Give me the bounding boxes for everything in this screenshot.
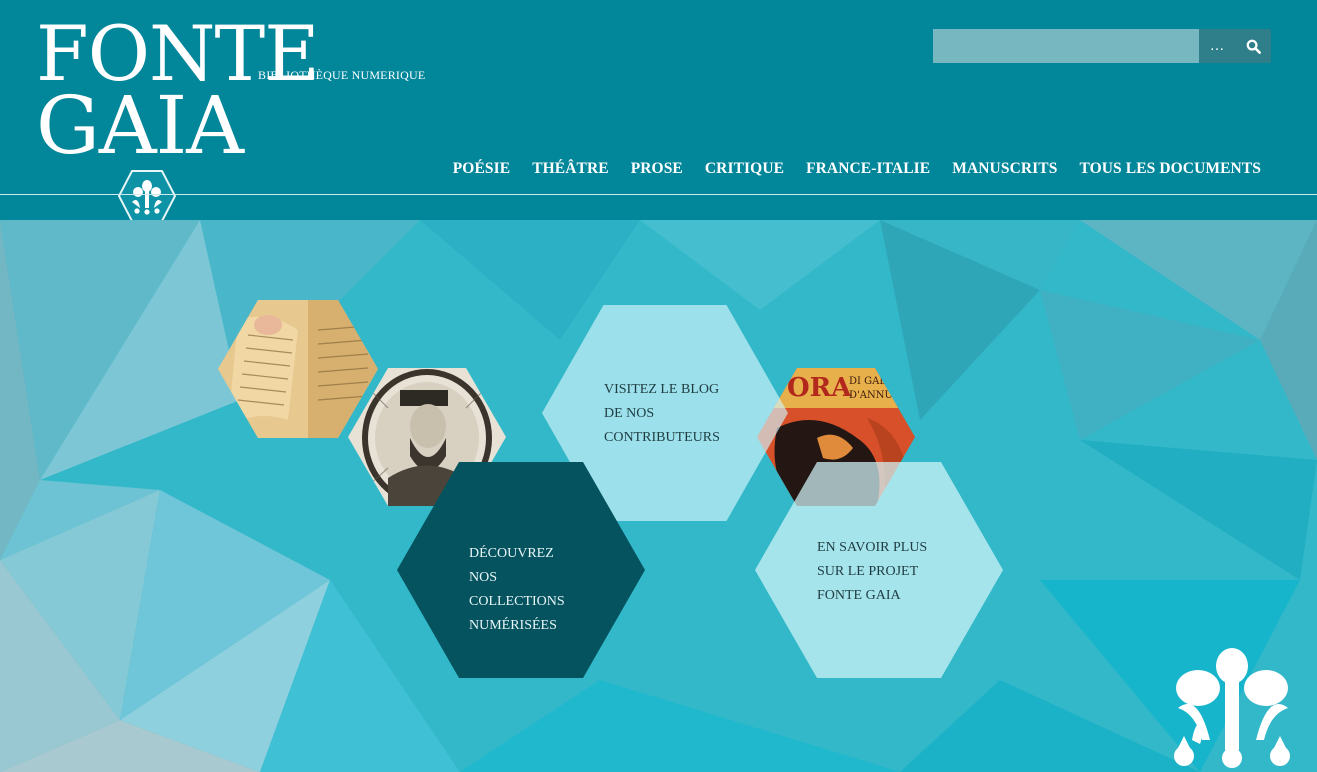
site-header: FONTE GAIA BIBLIOTHÈQUE NUMERIQUE … POÉS… [0,0,1317,222]
nav-critique[interactable]: CRITIQUE [705,160,784,178]
collections-tile-label: DÉCOUVREZ NOS COLLECTIONS NUMÉRISÉES [469,546,565,633]
nav-tous-les-documents[interactable]: TOUS LES DOCUMENTS [1079,160,1261,178]
fonte-gaia-logo[interactable]: FONTE GAIA [34,14,320,222]
svg-text:ORA: ORA [787,373,852,403]
search-input[interactable] [933,29,1199,63]
blog-tile-label: VISITEZ LE BLOG DE NOS CONTRIBUTEURS [604,382,720,445]
nav-manuscrits[interactable]: MANUSCRITS [952,160,1057,178]
nav-poesie[interactable]: POÉSIE [453,160,510,178]
logo-fountain-hex-icon [118,170,176,222]
fountain-emblem-icon [1174,648,1290,768]
hero-section: ORA DI GAB D'ANNU VISITEZ LE BLOG DE NOS… [0,220,1317,772]
site-tagline: BIBLIOTHÈQUE NUMERIQUE [258,68,426,82]
svg-text:DI GAB: DI GAB [849,376,887,387]
search-bar: … [933,29,1271,63]
svg-text:D'ANNU: D'ANNU [849,390,893,401]
search-icon [1246,39,1261,54]
nav-france-italie[interactable]: FRANCE-ITALIE [806,160,930,178]
search-button[interactable] [1235,29,1271,63]
nav-theatre[interactable]: THÉÂTRE [532,160,609,178]
main-nav: POÉSIE THÉÂTRE PROSE CRITIQUE FRANCE-ITA… [453,160,1261,178]
search-options-button[interactable]: … [1199,29,1235,63]
header-divider [0,194,1317,195]
project-info-tile-label: EN SAVOIR PLUS SUR LE PROJET FONTE GAIA [817,540,928,603]
nav-prose[interactable]: PROSE [631,160,683,178]
